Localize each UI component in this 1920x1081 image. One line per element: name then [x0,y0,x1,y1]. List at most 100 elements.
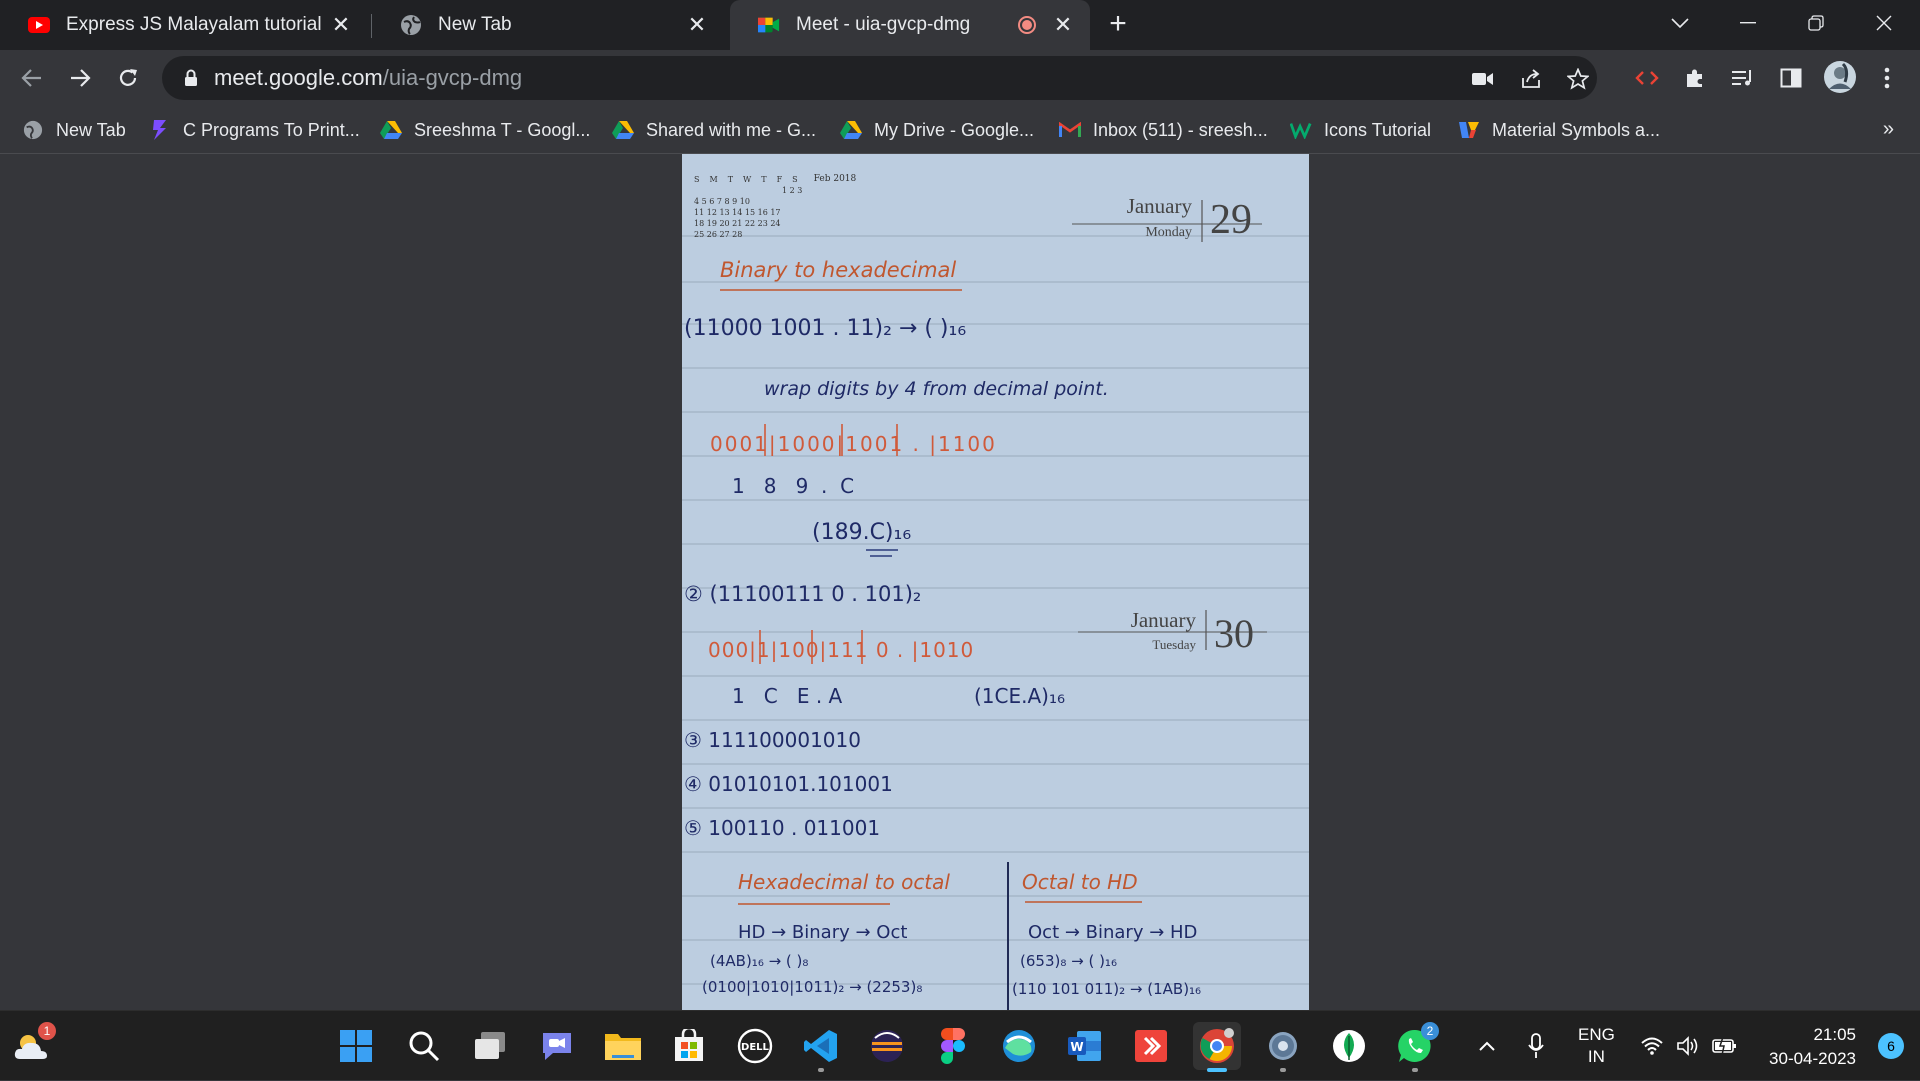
notebook-page-image: S M T W T F S Feb 2018 1 2 3 4 5 6 7 8 9… [682,154,1309,1010]
bookmark-item[interactable]: Shared with me - G... [612,114,816,146]
reload-icon[interactable] [110,60,146,96]
store-icon [675,1029,703,1061]
folder-icon [605,1034,641,1060]
handwritten-line: 000|1|100|111 0 . |1010 [708,638,975,662]
side-panel-icon[interactable] [1776,63,1806,93]
windows-start-icon [340,1030,372,1062]
minimize-icon[interactable] [1720,0,1776,46]
extensions-puzzle-icon[interactable] [1680,63,1710,93]
edge-button[interactable] [995,1022,1043,1070]
microphone-icon [1528,1033,1544,1058]
code-extension-icon[interactable] [1632,63,1662,93]
close-window-icon[interactable] [1856,0,1912,46]
vscode-button[interactable] [797,1022,845,1072]
close-icon[interactable]: ✕ [1050,12,1076,38]
tab-search-chevron-icon[interactable] [1652,0,1708,46]
media-control-icon[interactable] [1728,63,1758,93]
clock-date: 30-04-2023 [1769,1049,1856,1068]
bookmark-item[interactable]: Inbox (511) - sreesh... [1059,114,1268,146]
bookmark-label: New Tab [56,119,126,140]
bookmark-item[interactable]: Material Symbols a... [1458,114,1660,146]
bookmark-item[interactable]: Sreeshma T - Googl... [380,114,590,146]
restore-icon[interactable] [1788,0,1844,46]
task-view-button[interactable] [466,1022,514,1070]
more-menu-icon[interactable] [1872,63,1902,93]
date-block-29: January Monday [1080,194,1192,241]
bookmark-item[interactable]: New Tab [22,114,126,146]
teams-chat-icon [543,1033,571,1060]
anydesk-button[interactable] [1127,1022,1175,1070]
bookmark-item[interactable]: C Programs To Print... [149,114,360,146]
dell-icon: DELL [737,1028,773,1064]
battery-icon [1712,1036,1736,1056]
dell-app-button[interactable]: DELL [731,1022,779,1070]
taskbar-clock[interactable]: 21:05 30-04-2023 [1769,1023,1856,1071]
globe-icon [400,14,422,36]
bookmark-item[interactable]: My Drive - Google... [840,114,1034,146]
forward-icon[interactable] [62,60,98,96]
back-icon[interactable] [14,60,50,96]
tab-meet[interactable]: Meet - uia-gvcp-dmg ✕ [730,0,1090,50]
bookmarks-overflow-button[interactable]: » [1883,118,1894,141]
whatsapp-button[interactable]: 2 [1391,1022,1439,1072]
wifi-icon [1641,1037,1663,1055]
bookmark-label: Icons Tutorial [1324,119,1432,140]
bookmark-label: Sreeshma T - Googl... [414,119,591,140]
search-icon [409,1031,440,1062]
tab-title: Express JS Malayalam tutorial | Pa [66,14,328,35]
leaf-icon [1333,1030,1365,1062]
show-hidden-icons-button[interactable] [1478,1011,1496,1081]
word-button[interactable]: W [1061,1022,1109,1070]
globe-icon [22,119,44,141]
handwritten-line: (189.C)₁₆ [812,520,912,545]
url-path: /uia-gvcp-dmg [382,65,523,90]
recording-icon [1018,16,1036,34]
handwritten-line: ② (11100111 0 . 101)₂ [684,582,922,606]
bookmark-item[interactable]: Icons Tutorial [1290,114,1431,146]
calendar-row: 1 2 3 [782,186,803,195]
bookmark-label: My Drive - Google... [874,119,1035,140]
date-block-30: January Tuesday [1086,608,1196,653]
svg-text:DELL: DELL [741,1042,770,1053]
mini-calendar: S M T W T F S Feb 2018 1 2 3 4 5 6 7 8 9… [694,174,856,240]
url-host: meet.google.com [214,65,383,90]
chrome-button[interactable] [1193,1022,1241,1072]
microsoft-store-button[interactable] [665,1022,713,1070]
system-tray-icons[interactable] [1640,1011,1738,1081]
weather-widget[interactable]: 1 [8,1022,56,1070]
close-icon[interactable]: ✕ [328,12,354,38]
share-icon[interactable] [1518,66,1544,92]
tab-new-tab[interactable]: New Tab ✕ [372,0,724,50]
handwritten-heading: Octal to HD [1022,870,1138,894]
close-icon[interactable]: ✕ [684,12,710,38]
remote-desktop-icon [1135,1030,1167,1062]
address-bar[interactable]: meet.google.com/uia-gvcp-dmg [162,56,1597,100]
teams-chat-button[interactable] [533,1022,581,1070]
lock-icon[interactable] [180,69,202,87]
bookmark-label: Shared with me - G... [646,119,817,140]
figma-button[interactable] [929,1022,977,1070]
microphone-button[interactable] [1528,1011,1544,1081]
language-region: IN [1587,1047,1605,1066]
settings-button[interactable] [1259,1022,1307,1072]
brand-icon [149,119,171,141]
running-indicator [1207,1068,1227,1072]
notification-badge[interactable]: 6 [1878,1033,1904,1059]
bookmark-star-icon[interactable] [1565,66,1591,92]
search-button[interactable] [400,1022,448,1070]
tab-strip: Express JS Malayalam tutorial | Pa ✕ New… [0,0,1920,50]
date-day: 30 [1214,611,1254,656]
new-tab-button[interactable]: + [1103,9,1133,40]
date-month: January [1130,608,1196,632]
handwritten-line: 1 8 9 . C [732,474,855,498]
file-explorer-button[interactable] [599,1022,647,1070]
task-view-icon [475,1032,505,1059]
eclipse-button[interactable] [863,1022,911,1070]
camera-icon[interactable] [1470,66,1496,92]
language-indicator[interactable]: ENG IN [1578,1011,1615,1081]
tab-express-js[interactable]: Express JS Malayalam tutorial | Pa ✕ [0,0,368,50]
start-button[interactable] [332,1022,380,1070]
mongodb-compass-button[interactable] [1325,1022,1373,1070]
profile-avatar[interactable] [1822,59,1858,95]
date-weekday: Tuesday [1152,637,1196,652]
